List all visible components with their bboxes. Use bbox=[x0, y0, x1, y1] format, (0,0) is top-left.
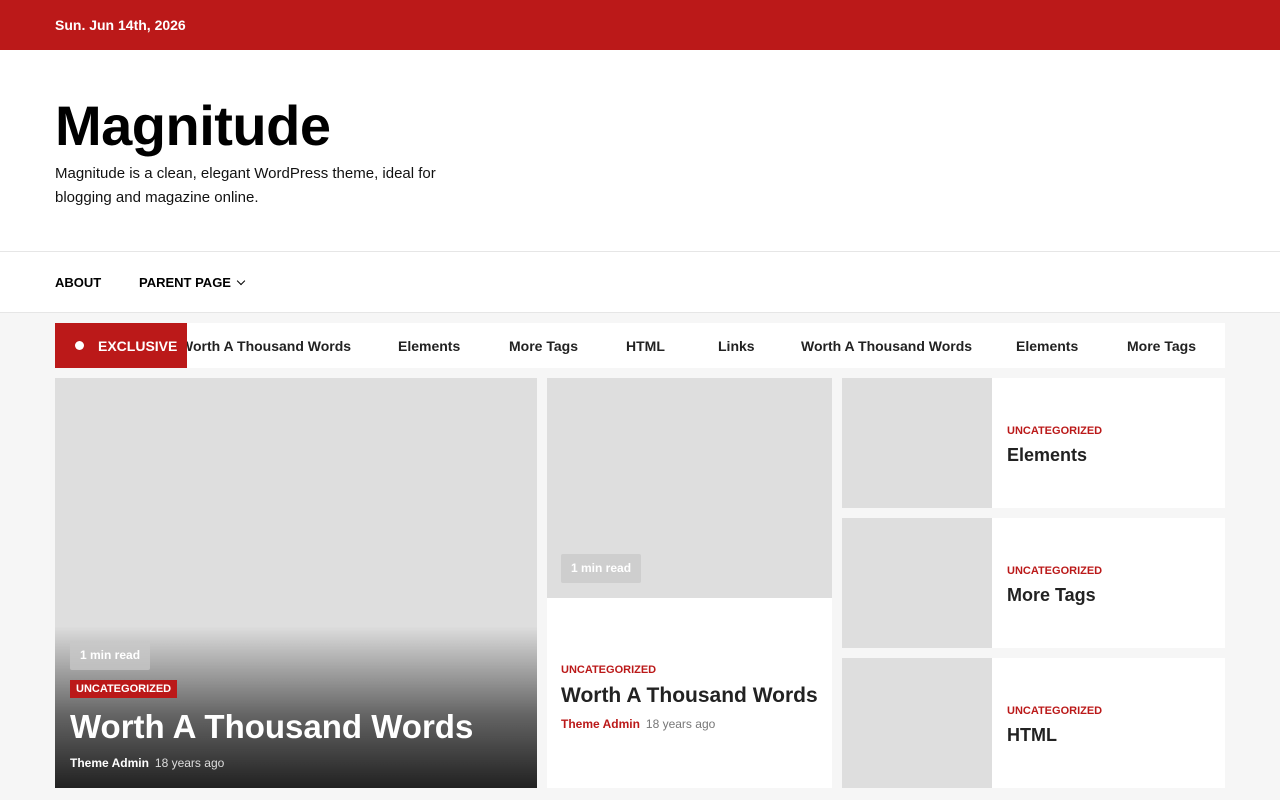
ticker-item[interactable]: Worth A Thousand Words bbox=[801, 338, 972, 354]
side-post-title[interactable]: HTML bbox=[1007, 725, 1057, 746]
post-author[interactable]: Theme Admin bbox=[561, 717, 640, 731]
site-title[interactable]: Magnitude bbox=[55, 94, 331, 158]
post-meta: Theme Admin 18 years ago bbox=[70, 756, 224, 770]
featured-post-title[interactable]: Worth A Thousand Words bbox=[70, 708, 473, 746]
top-bar: Sun. Jun 14th, 2026 bbox=[0, 0, 1280, 50]
post-category[interactable]: UNCATEGORIZED bbox=[1007, 425, 1102, 437]
post-date: 18 years ago bbox=[645, 717, 716, 731]
ticker-label-text: EXCLUSIVE bbox=[98, 338, 178, 354]
post-thumbnail[interactable] bbox=[842, 518, 992, 648]
ticker-item[interactable]: Worth A Thousand Words bbox=[187, 338, 351, 354]
post-author[interactable]: Theme Admin bbox=[70, 756, 149, 770]
post-meta: Theme Admin 18 years ago bbox=[561, 717, 715, 731]
side-post-title[interactable]: Elements bbox=[1007, 445, 1087, 466]
ticker-track: Worth A Thousand Words Elements More Tag… bbox=[187, 323, 1225, 368]
main-navigation: ABOUT PARENT PAGE bbox=[0, 251, 1280, 313]
ticker-item[interactable]: HTML bbox=[626, 338, 665, 354]
ticker-item[interactable]: More Tags bbox=[509, 338, 578, 354]
ticker-label: EXCLUSIVE bbox=[55, 323, 187, 368]
chevron-down-icon bbox=[236, 276, 246, 286]
middle-post-title[interactable]: Worth A Thousand Words bbox=[561, 684, 818, 708]
ticker-item[interactable]: Elements bbox=[1016, 338, 1078, 354]
current-date: Sun. Jun 14th, 2026 bbox=[55, 17, 186, 33]
site-header: Magnitude Magnitude is a clean, elegant … bbox=[0, 50, 1280, 251]
post-date: 18 years ago bbox=[154, 756, 225, 770]
post-thumbnail[interactable] bbox=[842, 658, 992, 788]
read-time-badge: 1 min read bbox=[70, 641, 151, 670]
read-time-badge: 1 min read bbox=[561, 554, 642, 583]
post-category[interactable]: UNCATEGORIZED bbox=[1007, 705, 1102, 717]
side-post: UNCATEGORIZED HTML bbox=[842, 658, 1225, 788]
category-badge[interactable]: UNCATEGORIZED bbox=[70, 680, 178, 698]
ticker-item[interactable]: Elements bbox=[398, 338, 460, 354]
site-tagline: Magnitude is a clean, elegant WordPress … bbox=[55, 165, 436, 206]
ticker-item[interactable]: More Tags bbox=[1127, 338, 1196, 354]
side-post: UNCATEGORIZED More Tags bbox=[842, 518, 1225, 648]
post-thumbnail[interactable] bbox=[842, 378, 992, 508]
live-dot-icon bbox=[75, 341, 84, 350]
ticker-item[interactable]: Links bbox=[718, 338, 755, 354]
side-post-title[interactable]: More Tags bbox=[1007, 585, 1096, 606]
post-category[interactable]: UNCATEGORIZED bbox=[561, 664, 656, 676]
side-post: UNCATEGORIZED Elements bbox=[842, 378, 1225, 508]
middle-post: 1 min read UNCATEGORIZED Worth A Thousan… bbox=[547, 378, 832, 788]
nav-item-parent-page-label: PARENT PAGE bbox=[139, 275, 231, 290]
post-category[interactable]: UNCATEGORIZED bbox=[1007, 565, 1102, 577]
nav-item-about[interactable]: ABOUT bbox=[55, 275, 101, 290]
nav-item-parent-page[interactable]: PARENT PAGE bbox=[139, 275, 246, 290]
featured-post[interactable]: 1 min read UNCATEGORIZED Worth A Thousan… bbox=[55, 378, 537, 788]
news-ticker: EXCLUSIVE Worth A Thousand Words Element… bbox=[55, 323, 1225, 368]
